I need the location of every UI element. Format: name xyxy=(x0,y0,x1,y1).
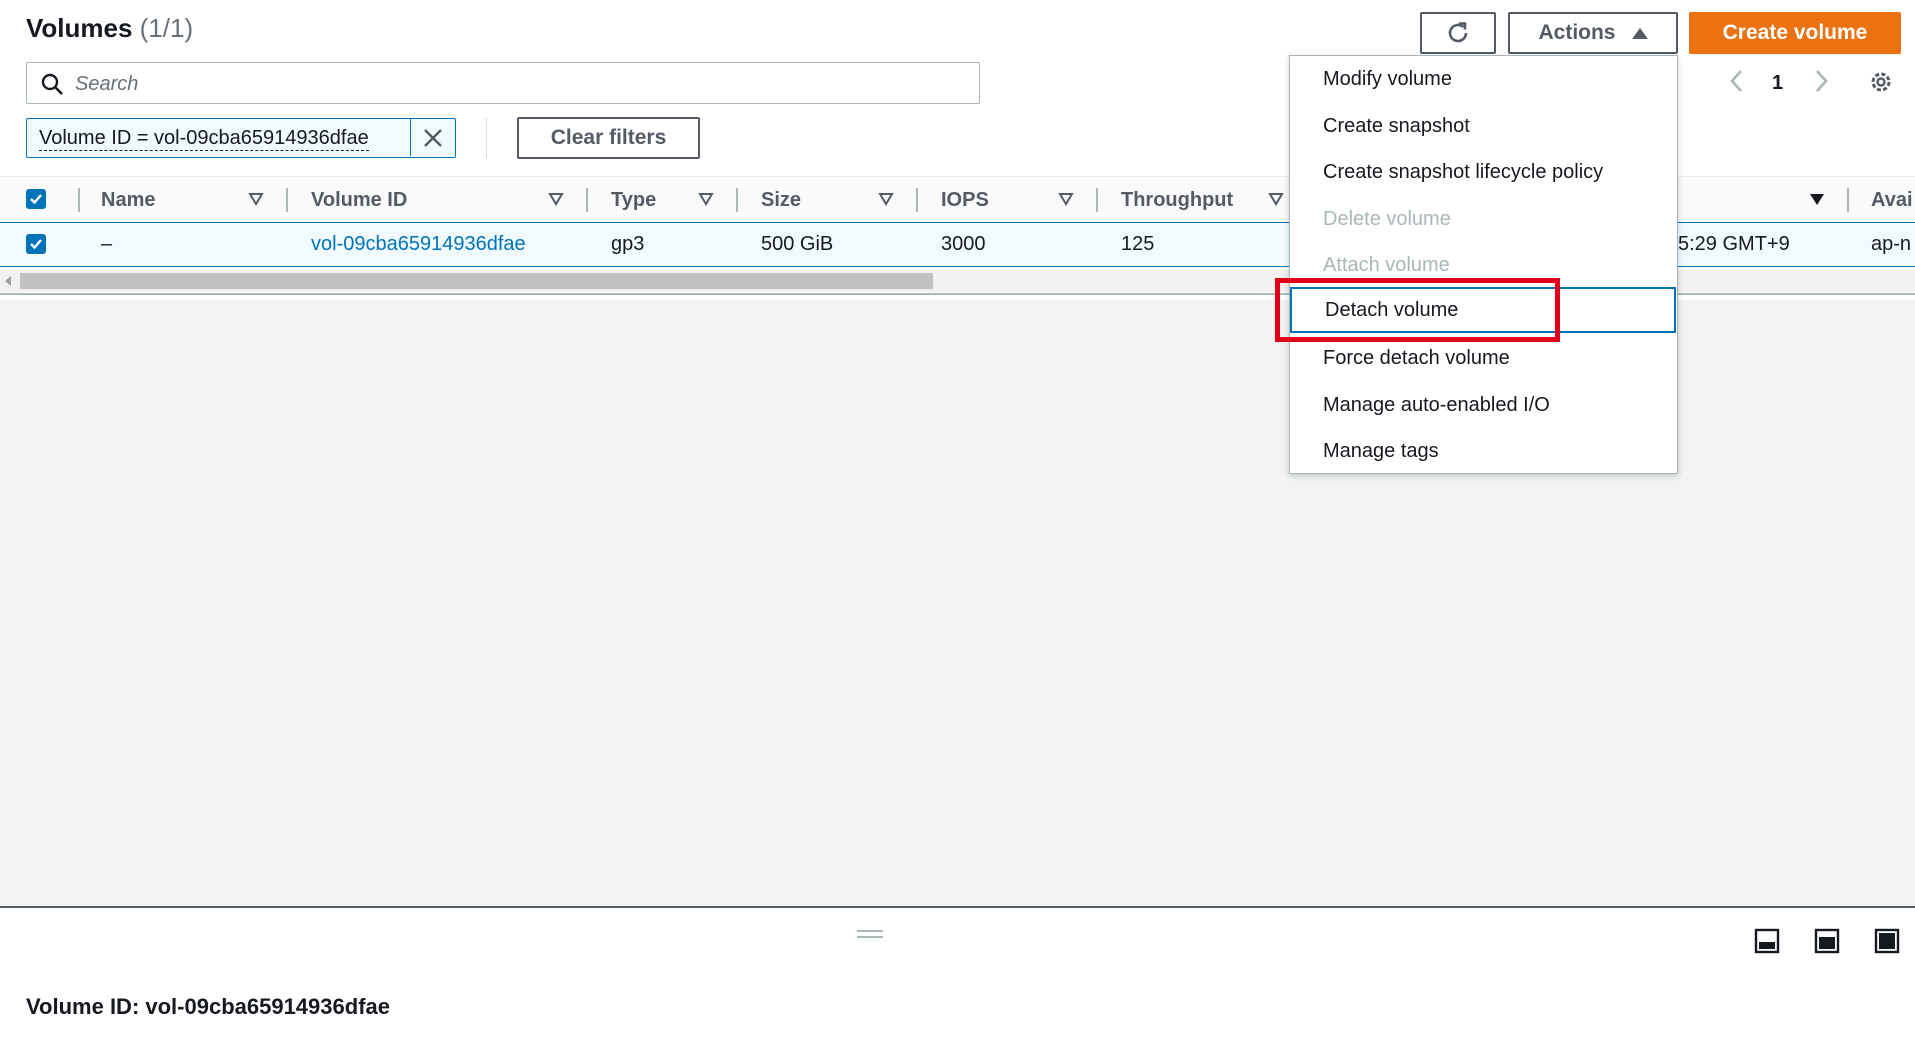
actions-menu: Modify volume Create snapshot Create sna… xyxy=(1289,55,1678,474)
scrollbar-thumb[interactable] xyxy=(20,273,933,289)
column-separator[interactable] xyxy=(736,188,738,212)
column-header-iops[interactable]: IOPS xyxy=(941,177,989,223)
sort-descending-icon[interactable] xyxy=(1809,192,1825,206)
column-header-label: Throughput xyxy=(1121,188,1234,211)
cell-volume-id-link[interactable]: vol-09cba65914936dfae xyxy=(311,223,526,265)
close-icon xyxy=(424,128,442,147)
actions-button[interactable]: Actions xyxy=(1508,12,1678,54)
column-header-throughput[interactable]: Throughput xyxy=(1121,177,1233,223)
resize-handle[interactable] xyxy=(857,930,883,938)
menu-item-delete-volume: Delete volume xyxy=(1323,207,1451,230)
refresh-button[interactable] xyxy=(1420,12,1496,54)
column-separator[interactable] xyxy=(1096,188,1098,212)
sort-icon[interactable] xyxy=(548,192,564,206)
remove-filter-button[interactable] xyxy=(410,119,455,156)
row-checkbox[interactable] xyxy=(26,234,46,254)
sort-icon[interactable] xyxy=(878,192,894,206)
cell-availability-zone: ap-n xyxy=(1871,232,1912,255)
sort-icon[interactable] xyxy=(1058,192,1074,206)
search-icon xyxy=(41,73,63,95)
check-icon xyxy=(30,239,42,250)
column-header-volume-id[interactable]: Volume ID xyxy=(311,177,407,223)
column-header-label: IOPS xyxy=(941,188,989,211)
clear-filters-label: Clear filters xyxy=(550,126,667,149)
column-header-size[interactable]: Size xyxy=(761,177,801,223)
next-page-button[interactable] xyxy=(1812,68,1830,100)
check-icon xyxy=(30,194,42,205)
chevron-left-icon xyxy=(1730,70,1742,92)
split-panel-title: Volume ID: vol-09cba65914936dfae xyxy=(26,994,390,1019)
clear-filters-button[interactable]: Clear filters xyxy=(517,117,700,159)
previous-page-button[interactable] xyxy=(1728,68,1746,100)
menu-item-manage-tags[interactable]: Manage tags xyxy=(1290,428,1676,474)
cell-size: 500 GiB xyxy=(761,232,834,255)
column-header-label: Size xyxy=(761,188,802,211)
column-separator[interactable] xyxy=(916,188,918,212)
split-panel-bottom-icon[interactable] xyxy=(1754,928,1780,954)
split-panel: Volume ID: vol-09cba65914936dfae xyxy=(0,906,1915,1037)
actions-button-label: Actions xyxy=(1538,21,1616,44)
page-title-text: Volumes xyxy=(26,13,133,43)
menu-item-create-snapshot-lifecycle-policy[interactable]: Create snapshot lifecycle policy xyxy=(1290,149,1676,195)
filter-token-label[interactable]: Volume ID = vol-09cba65914936dfae xyxy=(39,126,369,151)
column-header-label: Volume ID xyxy=(311,188,408,211)
column-header-name[interactable]: Name xyxy=(101,177,155,223)
cell-throughput: 125 xyxy=(1121,232,1155,255)
column-separator[interactable] xyxy=(286,188,288,212)
refresh-icon xyxy=(1448,22,1468,43)
page-title: Volumes (1/1) xyxy=(26,13,193,44)
menu-item-modify-volume[interactable]: Modify volume xyxy=(1290,56,1676,102)
column-header-label: Avai xyxy=(1871,188,1913,211)
column-header-label: Name xyxy=(101,188,156,211)
cell-created: 5:29 GMT+9 xyxy=(1678,232,1790,255)
column-separator[interactable] xyxy=(1847,188,1849,212)
gear-icon xyxy=(1871,72,1891,92)
create-volume-label: Create volume xyxy=(1722,21,1868,44)
cell-type: gp3 xyxy=(611,232,645,255)
column-header-availability-zone[interactable]: Avai xyxy=(1871,177,1913,223)
current-page[interactable]: 1 xyxy=(1772,72,1783,95)
column-separator[interactable] xyxy=(586,188,588,212)
sort-icon[interactable] xyxy=(1268,192,1284,206)
search-field[interactable] xyxy=(26,62,980,104)
column-separator xyxy=(78,188,80,212)
selection-count: (1/1) xyxy=(139,13,194,43)
scroll-left-icon[interactable] xyxy=(5,276,11,286)
select-all-checkbox[interactable] xyxy=(26,189,46,209)
filter-token: Volume ID = vol-09cba65914936dfae xyxy=(26,118,456,158)
column-header-label: Type xyxy=(611,188,657,211)
menu-item-create-snapshot[interactable]: Create snapshot xyxy=(1290,103,1676,149)
sort-icon[interactable] xyxy=(248,192,264,206)
sort-icon[interactable] xyxy=(698,192,714,206)
annotation-highlight-box xyxy=(1275,278,1560,342)
column-header-type[interactable]: Type xyxy=(611,177,656,223)
split-panel-full-icon[interactable] xyxy=(1874,928,1900,954)
create-volume-button[interactable]: Create volume xyxy=(1689,12,1901,54)
split-panel-side-icon[interactable] xyxy=(1814,928,1840,954)
menu-item-manage-auto-enabled-io[interactable]: Manage auto-enabled I/O xyxy=(1290,382,1676,428)
chevron-right-icon xyxy=(1816,70,1828,92)
cell-name: – xyxy=(101,232,113,255)
cell-iops: 3000 xyxy=(941,232,986,255)
caret-up-icon xyxy=(1631,27,1648,39)
search-input[interactable] xyxy=(73,70,967,98)
preferences-button[interactable] xyxy=(1868,69,1894,100)
divider xyxy=(486,118,487,158)
